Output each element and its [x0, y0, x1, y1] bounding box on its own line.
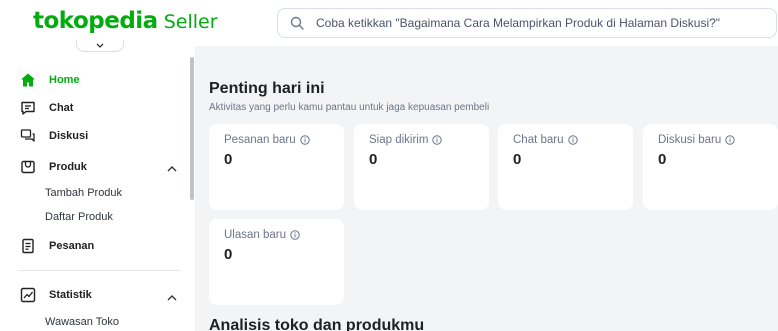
card-label: Chat baru: [513, 134, 578, 146]
card-label-text: Pesanan baru: [224, 134, 296, 146]
card-label: Pesanan baru: [224, 134, 310, 146]
section-title: Penting hari ini: [209, 80, 325, 97]
sidebar-divider: [18, 270, 180, 271]
search-input[interactable]: Coba ketikkan "Bagaimana Cara Melampirka…: [277, 8, 777, 38]
section-subtitle: Aktivitas yang perlu kamu pantau untuk j…: [209, 102, 490, 113]
home-icon: [20, 72, 36, 88]
card-label: Diskusi baru: [658, 134, 735, 146]
card-label-text: Siap dikirim: [369, 134, 429, 146]
info-icon[interactable]: [290, 230, 300, 240]
sidebar-item-label: Pesanan: [49, 240, 95, 252]
card-value: 0: [224, 246, 233, 263]
product-box-icon: [20, 159, 36, 175]
tokopedia-seller-logo[interactable]: tokopedia Seller: [33, 8, 218, 36]
card-label-text: Chat baru: [513, 134, 564, 146]
statistics-icon: [20, 287, 36, 303]
card-label: Ulasan baru: [224, 229, 300, 241]
info-icon[interactable]: [299, 135, 310, 145]
card-value: 0: [513, 151, 522, 168]
card-siap-dikirim[interactable]: Siap dikirim 0: [354, 124, 489, 210]
sidebar-item-chat[interactable]: Chat: [20, 98, 73, 118]
sidebar-item-label: Produk: [49, 161, 87, 173]
card-pesanan-baru[interactable]: Pesanan baru 0: [209, 124, 344, 210]
card-value: 0: [658, 151, 667, 168]
sidebar-scrollbar[interactable]: [190, 57, 194, 200]
chevron-down-icon: [96, 43, 104, 48]
card-value: 0: [369, 151, 378, 168]
card-ulasan-baru[interactable]: Ulasan baru 0: [209, 219, 344, 305]
sidebar-subitem-tambah-produk[interactable]: Tambah Produk: [45, 187, 122, 199]
sidebar-item-home[interactable]: Home: [20, 70, 80, 90]
chevron-up-icon[interactable]: [166, 289, 178, 307]
discussion-icon: [20, 128, 36, 144]
order-list-icon: [20, 238, 36, 254]
sidebar: Home Chat Diskusi Produk Tambah Produk D…: [0, 40, 192, 331]
sidebar-item-label: Diskusi: [49, 130, 89, 142]
card-chat-baru[interactable]: Chat baru 0: [498, 124, 633, 210]
card-label-text: Diskusi baru: [658, 134, 722, 146]
chevron-up-icon[interactable]: [166, 160, 178, 178]
sidebar-item-label: Home: [49, 74, 80, 86]
sidebar-item-pesanan[interactable]: Pesanan: [20, 236, 94, 256]
sidebar-item-label: Chat: [49, 102, 74, 114]
analysis-section-title: Analisis toko dan produkmu: [209, 317, 425, 331]
search-placeholder: Coba ketikkan "Bagaimana Cara Melampirka…: [316, 16, 721, 30]
logo-subtext: Seller: [163, 11, 218, 33]
sidebar-item-produk[interactable]: Produk: [20, 157, 87, 177]
card-label-text: Ulasan baru: [224, 229, 287, 241]
logo-text: tokopedia: [33, 8, 158, 34]
search-icon: [278, 16, 316, 30]
sidebar-subitem-daftar-produk[interactable]: Daftar Produk: [45, 211, 113, 223]
main-content: Penting hari ini Aktivitas yang perlu ka…: [195, 46, 778, 331]
sidebar-item-statistik[interactable]: Statistik: [20, 285, 92, 305]
info-icon[interactable]: [567, 135, 578, 145]
sidebar-item-label: Statistik: [49, 289, 92, 301]
chat-icon: [20, 100, 36, 116]
sidebar-item-diskusi[interactable]: Diskusi: [20, 126, 88, 146]
card-value: 0: [224, 151, 233, 168]
info-icon[interactable]: [432, 135, 443, 145]
sidebar-subitem-wawasan-toko[interactable]: Wawasan Toko: [45, 316, 119, 328]
info-icon[interactable]: [725, 135, 735, 145]
collapse-toggle[interactable]: [76, 40, 124, 52]
card-label: Siap dikirim: [369, 134, 443, 146]
card-diskusi-baru[interactable]: Diskusi baru 0: [643, 124, 778, 210]
